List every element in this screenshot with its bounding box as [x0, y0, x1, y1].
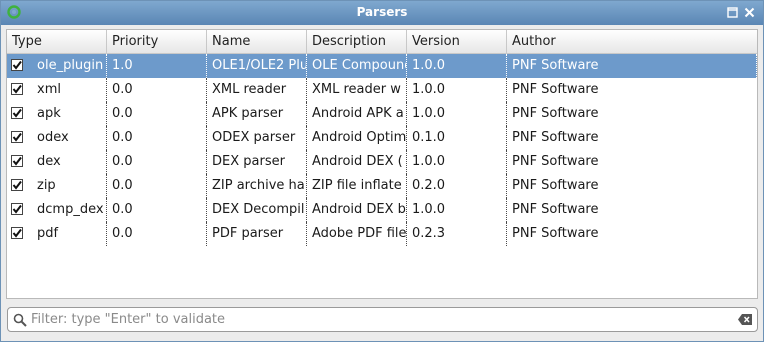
column-header-author[interactable]: Author: [507, 30, 757, 53]
cell-priority: 1.0: [107, 54, 207, 78]
cell-description: ZIP file inflate: [307, 174, 407, 198]
checkmark-icon: [12, 60, 22, 70]
type-label: ole_plugin: [37, 58, 104, 73]
cell-description: Android APK a: [307, 102, 407, 126]
title-bar[interactable]: Parsers: [1, 1, 763, 25]
checkmark-icon: [12, 132, 22, 142]
cell-priority: 0.0: [107, 102, 207, 126]
column-header-version[interactable]: Version: [407, 30, 507, 53]
cell-description: Android DEX (: [307, 150, 407, 174]
maximize-button[interactable]: [726, 6, 739, 19]
cell-version: 1.0.0: [407, 102, 507, 126]
type-label: dcmp_dex: [37, 202, 104, 217]
filter-box: [7, 307, 758, 332]
checkmark-icon: [12, 228, 22, 238]
cell-version: 0.2.0: [407, 174, 507, 198]
close-icon: [744, 7, 755, 18]
cell-type: ole_plugin: [7, 54, 107, 78]
column-header-description[interactable]: Description: [307, 30, 407, 53]
cell-name: APK parser: [207, 102, 307, 126]
enable-checkbox[interactable]: [11, 227, 23, 239]
cell-description: Android Optim: [307, 126, 407, 150]
cell-author: PNF Software: [512, 154, 599, 169]
checkmark-icon: [12, 156, 22, 166]
cell-priority: 0.0: [107, 222, 207, 246]
cell-description: Adobe PDF file: [307, 222, 407, 246]
enable-checkbox[interactable]: [11, 131, 23, 143]
cell-author: PNF Software: [507, 54, 757, 78]
cell-type: odex: [7, 126, 107, 150]
cell-name: XML reader: [207, 78, 307, 102]
cell-priority: 0.0: [107, 126, 207, 150]
checkmark-icon: [12, 84, 22, 94]
cell-type: xml: [7, 78, 107, 102]
enable-checkbox[interactable]: [11, 59, 23, 71]
cell-version: 1.0.0: [407, 198, 507, 222]
cell-version: 0.1.0: [407, 126, 507, 150]
enable-checkbox[interactable]: [11, 155, 23, 167]
checkmark-icon: [12, 180, 22, 190]
checkmark-icon: [12, 108, 22, 118]
clear-text-icon[interactable]: [737, 313, 753, 326]
table-header: Type Priority Name Description Version A…: [7, 30, 757, 54]
cell-type: apk: [7, 102, 107, 126]
column-header-priority[interactable]: Priority: [107, 30, 207, 53]
table-row[interactable]: ole_plugin1.0OLE1/OLE2 PluginOLE Compoun…: [7, 54, 757, 78]
enable-checkbox[interactable]: [11, 179, 23, 191]
cell-priority: 0.0: [107, 150, 207, 174]
table-row[interactable]: zip 0.0 ZIP archive ha ZIP file inflate 0.2.…: [7, 174, 757, 198]
parsers-dialog: Parsers Type Priority Name Description V…: [0, 0, 764, 342]
enable-checkbox[interactable]: [11, 83, 23, 95]
enable-checkbox[interactable]: [11, 203, 23, 215]
cell-version: 0.2.3: [407, 222, 507, 246]
cell-version: 1.0.0: [407, 150, 507, 174]
cell-description: OLE Compound: [307, 54, 407, 78]
cell-priority: 0.0: [107, 174, 207, 198]
cell-type: dcmp_dex: [7, 198, 107, 222]
cell-name: PDF parser: [207, 222, 307, 246]
cell-name: ODEX parser: [207, 126, 307, 150]
search-icon: [13, 313, 27, 327]
cell-author: PNF Software: [512, 202, 599, 217]
cell-author: PNF Software: [512, 226, 599, 241]
close-button[interactable]: [743, 6, 756, 19]
table-row[interactable]: apk 0.0 APK parser Android APK a 1.0.0 PNF So…: [7, 102, 757, 126]
cell-version: 1.0.0: [407, 54, 507, 78]
cell-name: ZIP archive ha: [207, 174, 307, 198]
cell-author: PNF Software: [512, 82, 599, 97]
cell-type: zip: [7, 174, 107, 198]
column-header-name[interactable]: Name: [207, 30, 307, 53]
window-title: Parsers: [356, 5, 408, 19]
cell-name: DEX Decompil: [207, 198, 307, 222]
parsers-table[interactable]: Type Priority Name Description Version A…: [6, 29, 758, 299]
cell-author: PNF Software: [512, 178, 599, 193]
maximize-icon: [727, 7, 738, 18]
enable-checkbox[interactable]: [11, 107, 23, 119]
cell-name: OLE1/OLE2 Plugin: [207, 54, 307, 78]
cell-version: 1.0.0: [407, 78, 507, 102]
table-row[interactable]: pdf 0.0 PDF parser Adobe PDF file 0.2.3 PNF S…: [7, 222, 757, 246]
cell-description: Android DEX b: [307, 198, 407, 222]
column-header-type[interactable]: Type: [7, 30, 107, 53]
cell-author: PNF Software: [512, 130, 599, 145]
cell-author: PNF Software: [512, 106, 599, 121]
filter-input[interactable]: [31, 310, 721, 329]
table-row[interactable]: dcmp_dex 0.0 DEX Decompil Android DEX b 1.0.…: [7, 198, 757, 222]
cell-description: XML reader w: [307, 78, 407, 102]
checkmark-icon: [12, 204, 22, 214]
table-row[interactable]: xml 0.0 XML reader XML reader w 1.0.0 PNF Sof…: [7, 78, 757, 102]
cell-type: dex: [7, 150, 107, 174]
cell-priority: 0.0: [107, 198, 207, 222]
cell-type: pdf: [7, 222, 107, 246]
cell-priority: 0.0: [107, 78, 207, 102]
table-row[interactable]: odex 0.0 ODEX parser Android Optim 0.1.0 PNF …: [7, 126, 757, 150]
table-row[interactable]: dex 0.0 DEX parser Android DEX (1.0.0 PNF So…: [7, 150, 757, 174]
cell-name: DEX parser: [207, 150, 307, 174]
